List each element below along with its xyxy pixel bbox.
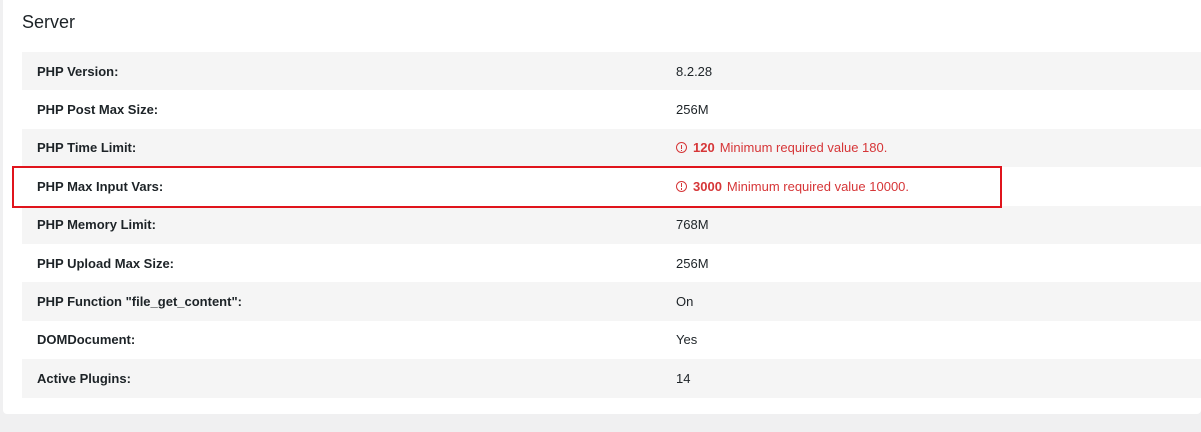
row-label: Active Plugins: [37,370,131,386]
warning-current-value: 120 [693,140,715,156]
row-warning-value: 3000 Minimum required value 10000. [676,179,909,194]
row-value: 14 [676,370,691,386]
row-value: On [676,294,694,310]
table-row-php-memory-limit: PHP Memory Limit: 768M [22,205,1201,244]
table-row-php-max-input-vars: PHP Max Input Vars: 3000 Minimum require… [22,167,1201,206]
table-row-php-upload-max-size: PHP Upload Max Size: 256M [22,243,1201,283]
warning-message: Minimum required value 10000. [726,178,910,194]
row-label: PHP Post Max Size: [37,102,159,118]
table-row-php-version: PHP Version: 8.2.28 [22,52,1201,91]
row-value: 256M [676,255,709,271]
table-row-php-post-max-size: PHP Post Max Size: 256M [22,90,1201,129]
row-label: PHP Function "file_get_content": [37,294,242,310]
table-row-active-plugins: Active Plugins: 14 [22,359,1201,398]
warning-circle-icon [676,142,687,154]
row-label: PHP Upload Max Size: [37,255,175,271]
row-warning-value: 120 Minimum required value 180. [676,140,887,155]
row-value: Yes [676,332,698,348]
row-value: 768M [676,217,709,233]
row-value: 256M [676,102,709,118]
warning-circle-icon [676,180,687,192]
server-status-panel: Server PHP Version: 8.2.28 PHP Post Max … [3,0,1201,414]
section-title: Server [22,12,76,32]
warning-current-value: 3000 [693,178,722,194]
server-status-table: PHP Version: 8.2.28 PHP Post Max Size: 2… [22,52,1201,398]
row-value: 8.2.28 [676,63,713,79]
row-label: PHP Time Limit: [37,140,137,156]
row-label: PHP Memory Limit: [37,217,156,233]
row-label: PHP Version: [37,63,119,79]
row-label: PHP Max Input Vars: [37,178,164,194]
row-label: DOMDocument: [37,332,136,348]
table-row-php-time-limit: PHP Time Limit: 120 Minimum required val… [22,128,1201,168]
table-row-php-function-file-get-content: PHP Function "file_get_content": On [22,282,1201,321]
table-row-domdocument: DOMDocument: Yes [22,320,1201,360]
warning-message: Minimum required value 180. [719,140,888,156]
